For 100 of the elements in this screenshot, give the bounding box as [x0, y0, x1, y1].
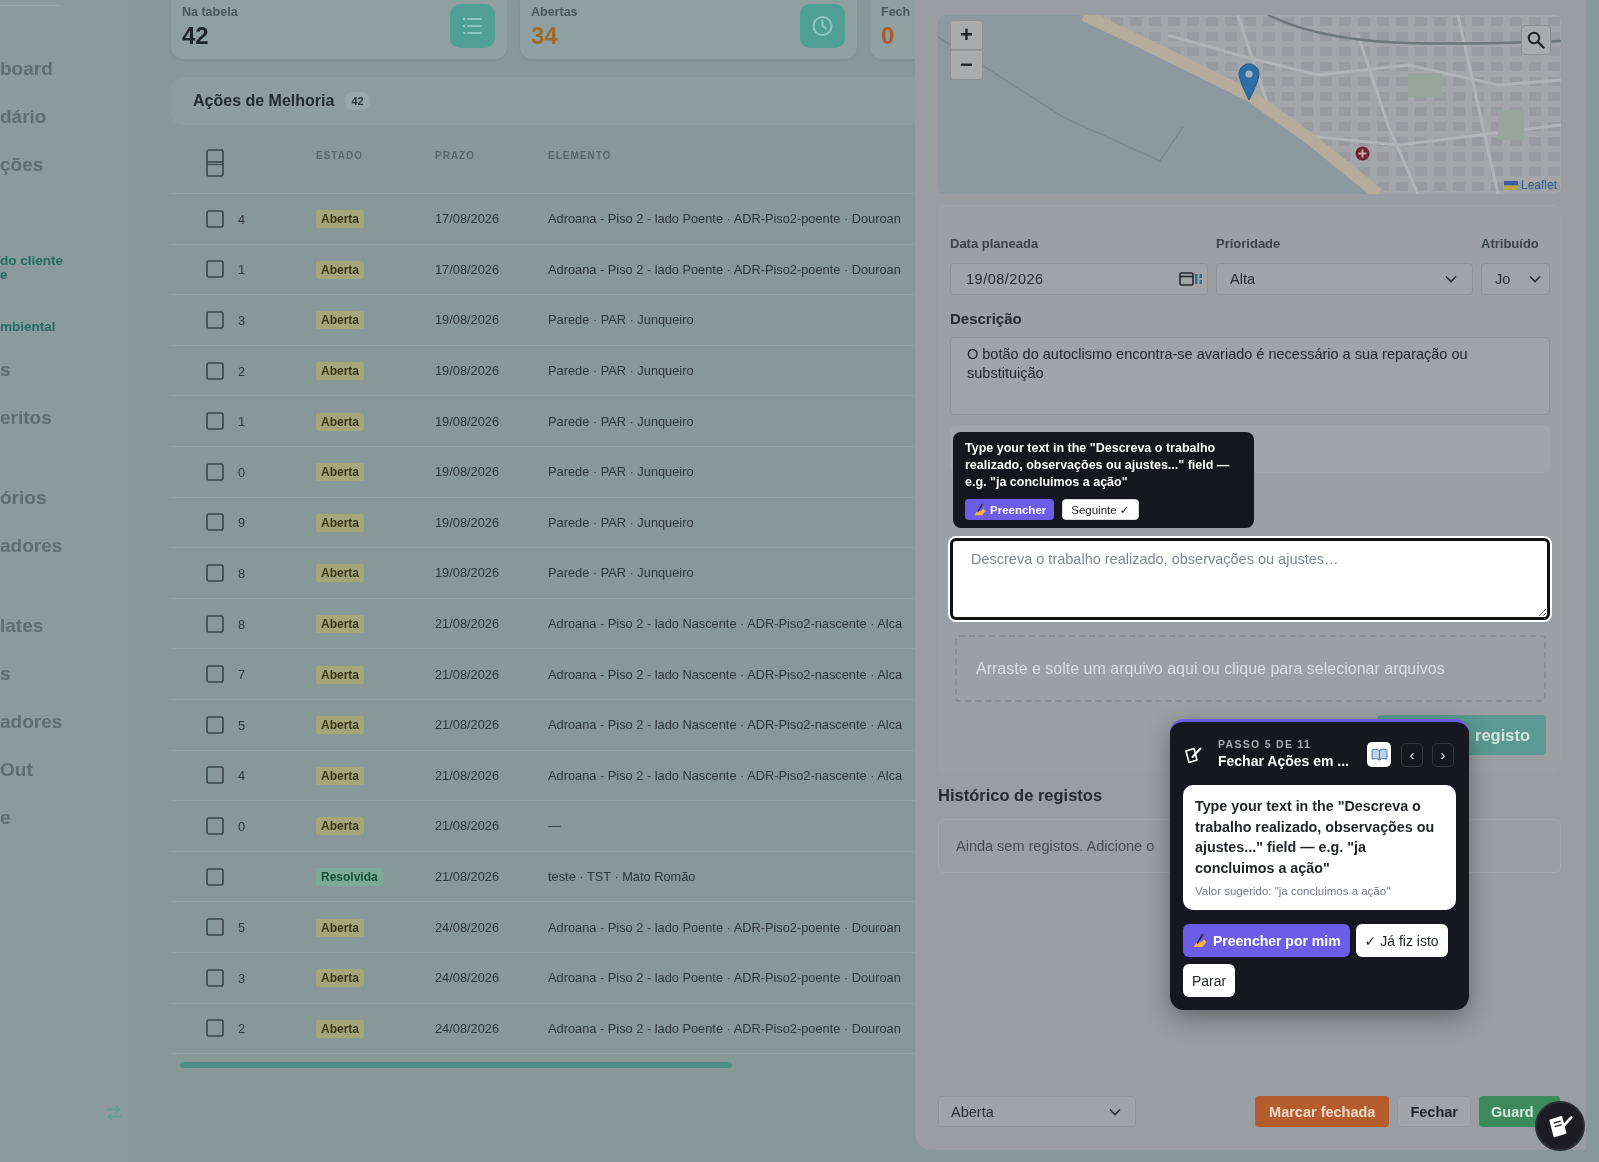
- status-badge: Aberta: [316, 918, 364, 937]
- dropdown-select[interactable]: Alta: [1216, 263, 1473, 295]
- map-search-button[interactable]: [1521, 25, 1551, 55]
- list-icon: [450, 4, 495, 48]
- previous-step-button[interactable]: ‹: [1401, 742, 1423, 767]
- row-checkbox[interactable]: [206, 361, 224, 380]
- element-name: Adroana - Piso 2 - lado Poente · ADR-Piso2-poente · Douroan: [548, 919, 901, 935]
- row-id-text: 0: [238, 464, 246, 480]
- due-date-text: 19/08/2026: [435, 312, 500, 328]
- row-id-text: 0: [238, 818, 246, 834]
- row-checkbox[interactable]: [206, 614, 224, 633]
- step-action-button[interactable]: ✓ Já fiz isto: [1355, 924, 1448, 957]
- row-checkbox[interactable]: [206, 462, 224, 481]
- zoom-in-button[interactable]: +: [950, 20, 983, 50]
- due-date-text: 19/08/2026: [435, 565, 500, 581]
- chevron-down-icon: [1445, 275, 1457, 283]
- row-checkbox[interactable]: [206, 260, 224, 279]
- row-id-text: 3: [238, 313, 246, 328]
- row-checkbox[interactable]: [206, 412, 224, 431]
- due-date-text: 21/08/2026: [435, 616, 500, 632]
- row-checkbox[interactable]: [206, 766, 224, 785]
- status-badge: Aberta: [316, 362, 364, 381]
- guide-button[interactable]: [1367, 742, 1391, 767]
- element-name: Parede · PAR · Junqueiro: [548, 565, 694, 581]
- row-checkbox[interactable]: [206, 563, 224, 582]
- map-pin-icon[interactable]: [1238, 63, 1260, 101]
- tooltip-button[interactable]: Preencher: [965, 499, 1055, 520]
- due-date-text: 24/08/2026: [435, 919, 500, 935]
- due-date-text: 17/08/2026: [435, 211, 500, 227]
- work-notes-field[interactable]: Descreva o trabalho realizado, observações ou ajustes…: [950, 538, 1550, 620]
- row-checkbox[interactable]: [206, 665, 224, 684]
- element-name: Adroana - Piso 2 - lado Nascente · ADR-Piso2-nascente · Alca: [548, 767, 903, 783]
- row-checkbox[interactable]: [206, 968, 224, 987]
- sidebar-item[interactable]: mbiental: [0, 313, 56, 341]
- status-badge: Aberta: [316, 412, 364, 431]
- field-label: Prioridade: [1216, 236, 1281, 252]
- file-dropzone[interactable]: Arraste e solte um arquivo aqui ou clique para selecionar arquivos: [955, 635, 1546, 702]
- select-all-checkbox[interactable]: [206, 149, 224, 177]
- row-checkbox[interactable]: [206, 311, 224, 329]
- status-badge: Aberta: [316, 766, 364, 785]
- status-badge: Aberta: [316, 615, 364, 634]
- due-date-text: 19/08/2026: [435, 413, 500, 429]
- row-checkbox[interactable]: [206, 209, 224, 228]
- row-checkbox[interactable]: [206, 816, 224, 835]
- row-id-text: 2: [238, 1021, 246, 1037]
- list-title: Ações de Melhoria: [193, 92, 335, 110]
- dropdown-select[interactable]: Jo: [1481, 263, 1550, 295]
- stat-label: Na tabela: [182, 5, 238, 20]
- status-badge: Aberta: [316, 260, 364, 279]
- status-select[interactable]: Aberta: [938, 1096, 1136, 1127]
- hospital-marker-icon: [1355, 146, 1370, 161]
- element-name: Adroana - Piso 2 - lado Poente · ADR-Piso2-poente · Douroan: [548, 970, 901, 986]
- row-checkbox[interactable]: [206, 513, 224, 532]
- step-action-button[interactable]: Preencher por mim: [1183, 924, 1350, 957]
- attribution-link[interactable]: Leaflet: [1520, 178, 1557, 192]
- element-name: Adroana - Piso 2 - lado Nascente · ADR-Piso2-nascente · Alca: [548, 616, 903, 632]
- chevron-down-icon: [1109, 1107, 1121, 1116]
- due-date-text: 21/08/2026: [435, 767, 500, 783]
- status-badge: Aberta: [316, 210, 364, 229]
- element-name: Parede · PAR · Junqueiro: [548, 464, 694, 480]
- next-step-button[interactable]: ›: [1432, 742, 1454, 767]
- row-checkbox[interactable]: [206, 918, 224, 937]
- calendar-icon[interactable]: [1179, 271, 1203, 287]
- horizontal-scrollbar[interactable]: [180, 1062, 732, 1069]
- tooltip-button[interactable]: Seguinte ✓: [1062, 499, 1139, 520]
- due-date-text: 17/08/2026: [435, 261, 500, 277]
- due-date-text: 21/08/2026: [435, 869, 500, 884]
- status-badge: Aberta: [316, 1019, 364, 1038]
- count-badge: 42: [345, 92, 370, 110]
- element-name: —: [548, 818, 561, 834]
- element-name: Adroana - Piso 2 - lado Poente · ADR-Piso2-poente · Douroan: [548, 211, 901, 227]
- due-date-text: 24/08/2026: [435, 1020, 500, 1036]
- description-field[interactable]: O botão do autoclismo encontra-se avariado é necessário a sua reparação ou substituição: [950, 337, 1550, 415]
- field-label: Atribuído: [1481, 236, 1539, 252]
- stat-value: 42: [182, 22, 209, 50]
- element-name: Adroana - Piso 2 - lado Poente · ADR-Piso2-poente · Douroan: [548, 261, 901, 277]
- zoom-out-button[interactable]: −: [950, 50, 983, 80]
- row-checkbox[interactable]: [206, 867, 224, 886]
- element-name: Parede · PAR · Junqueiro: [548, 363, 694, 379]
- chevron-down-icon: [1529, 275, 1541, 283]
- suggested-value: Valor sugerido: "ja concluimos a ação": [1195, 884, 1391, 898]
- sidebar-item[interactable]: do cliente e: [0, 247, 63, 289]
- element-name: Parede · PAR · Junqueiro: [548, 413, 694, 429]
- due-date-text: 24/08/2026: [435, 970, 500, 986]
- status-badge: Aberta: [316, 665, 364, 684]
- footer-button[interactable]: Marcar fechada: [1255, 1096, 1390, 1127]
- row-id-text: 4: [238, 211, 246, 227]
- stat-value: 34: [531, 22, 558, 50]
- row-checkbox[interactable]: [206, 1019, 224, 1038]
- date-field[interactable]: 19/08/2026: [950, 263, 1208, 295]
- field-label: Data planeada: [950, 236, 1039, 252]
- step-action-button[interactable]: Parar: [1183, 964, 1236, 997]
- field-label: Descrição: [950, 310, 1022, 328]
- status-badge: Aberta: [316, 564, 364, 583]
- row-checkbox[interactable]: [206, 715, 224, 734]
- row-id-text: 5: [238, 717, 246, 733]
- due-date-text: 19/08/2026: [435, 464, 500, 480]
- row-id-text: 7: [238, 667, 246, 683]
- row-id-text: 1: [238, 414, 246, 430]
- footer-button[interactable]: Fechar: [1397, 1096, 1471, 1127]
